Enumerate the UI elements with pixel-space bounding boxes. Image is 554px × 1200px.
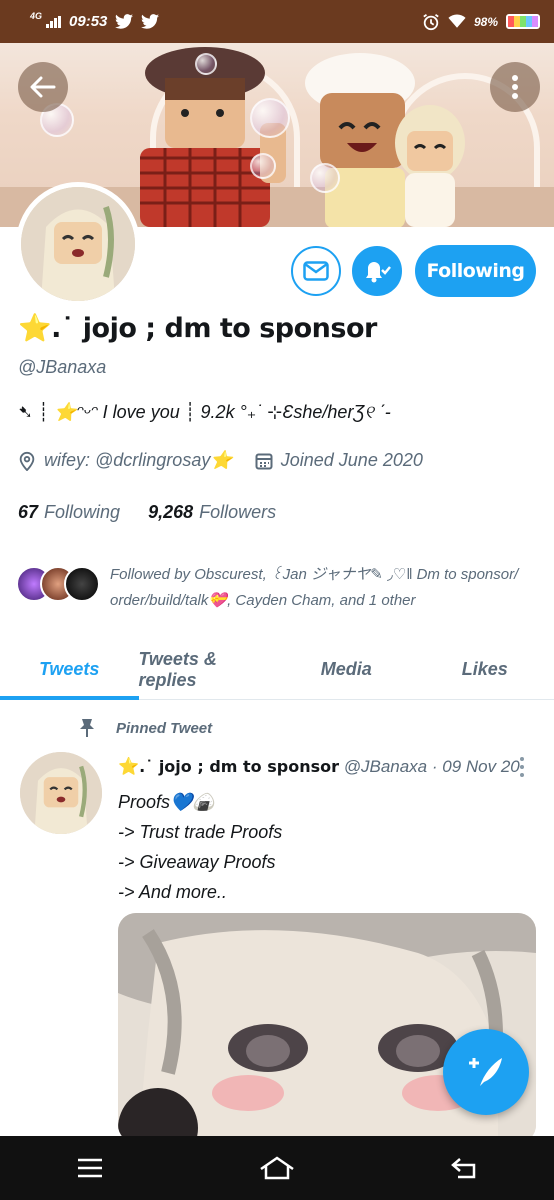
- system-nav-bar: [0, 1136, 554, 1200]
- profile-avatar[interactable]: [16, 182, 140, 306]
- following-count-link[interactable]: 67 Following: [18, 502, 120, 523]
- banner-figure-small: [395, 105, 465, 227]
- twitter-icon: [115, 14, 134, 29]
- bell-check-icon: [366, 262, 391, 283]
- wifi-icon: [448, 14, 466, 28]
- pin-icon: [80, 719, 94, 737]
- alarm-icon: [423, 13, 439, 30]
- tweet-more-button[interactable]: [520, 757, 524, 777]
- tab-likes[interactable]: Likes: [416, 640, 554, 699]
- envelope-icon: [303, 261, 329, 281]
- profile-meta: wifey: @dcrlingrosay⭐ Joined June 2020: [18, 450, 423, 471]
- follow-counts: 67 Following 9,268 Followers: [18, 502, 276, 523]
- status-bar: 4G 09:53 98%: [0, 0, 554, 43]
- signal-icon: [46, 15, 62, 28]
- followed-by[interactable]: Followed by Obscurest, ꒰Jan ジャナヤ✎ ◞♡‖ Dm…: [16, 562, 541, 614]
- tweet-header: ⭐.˙ jojo ; dm to sponsor @JBanaxa · 09 N…: [118, 757, 520, 776]
- vertical-dots-icon: [512, 75, 518, 99]
- message-button[interactable]: [291, 246, 341, 296]
- back-nav-icon[interactable]: [450, 1157, 478, 1179]
- followers-count-link[interactable]: 9,268 Followers: [148, 502, 276, 523]
- time: 09:53: [69, 13, 108, 30]
- profile-handle: @JBanaxa: [18, 357, 107, 377]
- location-icon: [19, 451, 35, 471]
- pinned-indicator: Pinned Tweet: [78, 718, 212, 738]
- avatar-image: [21, 187, 135, 301]
- compose-tweet-button[interactable]: [443, 1029, 529, 1115]
- battery-percent: 98%: [473, 14, 498, 29]
- followed-by-avatars: [16, 562, 100, 604]
- twitter-icon: [141, 14, 160, 29]
- avatar: [64, 566, 100, 602]
- tab-tweets[interactable]: Tweets: [0, 640, 139, 700]
- home-icon[interactable]: [257, 1155, 297, 1181]
- tweet-author[interactable]: .˙ jojo ; dm to sponsor: [139, 757, 339, 776]
- profile-location[interactable]: wifey: @dcrlingrosay⭐: [44, 450, 233, 471]
- display-name-emoji: ⭐: [18, 313, 52, 344]
- avatar-image: [20, 752, 102, 834]
- profile-bio: ➷ ┊ ⭐ᵔᵕᵔ I love you ┊ 9.2k °₊˙ ⊹Ɛshe/her…: [18, 402, 391, 422]
- profile-tabs: Tweets Tweets & replies Media Likes: [0, 640, 554, 700]
- back-button[interactable]: [18, 62, 68, 112]
- menu-icon[interactable]: [76, 1158, 104, 1178]
- followed-by-text: Followed by Obscurest, ꒰Jan ジャナヤ✎ ◞♡‖ Dm…: [110, 566, 519, 609]
- tweet-avatar[interactable]: [20, 752, 102, 834]
- joined-date: Joined June 2020: [280, 450, 423, 470]
- network-type: 4G: [30, 10, 43, 21]
- bio-emoji: ⭐: [53, 402, 77, 422]
- battery-icon: [506, 14, 540, 29]
- display-name-text: .˙ jojo ; dm to sponsor: [51, 313, 377, 344]
- calendar-icon: [255, 453, 273, 469]
- arrow-left-icon: [30, 76, 56, 98]
- more-options-button[interactable]: [490, 62, 540, 112]
- tab-tweets-replies[interactable]: Tweets & replies: [139, 640, 278, 699]
- tab-media[interactable]: Media: [277, 640, 416, 699]
- notifications-button[interactable]: [352, 246, 402, 296]
- compose-tweet-icon: [469, 1058, 502, 1086]
- display-name: ⭐.˙ jojo ; dm to sponsor: [18, 312, 377, 344]
- tweet-text: Proofs💙🍙 -> Trust trade Proofs -> Giveaw…: [118, 792, 283, 902]
- following-button[interactable]: Following: [415, 245, 536, 297]
- tweet-meta: @JBanaxa · 09 Nov 20: [343, 757, 520, 776]
